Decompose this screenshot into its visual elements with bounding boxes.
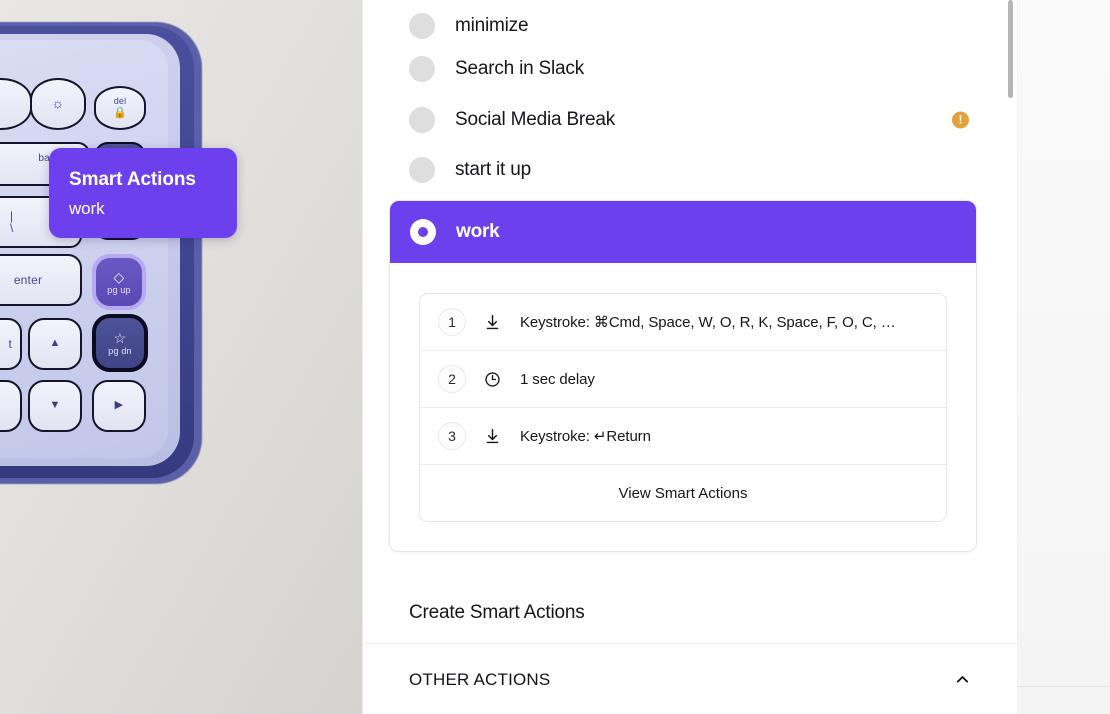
action-label: Search in Slack — [455, 57, 585, 79]
create-smart-actions-button[interactable]: Create Smart Actions — [363, 582, 1017, 644]
right-pane-divider — [1018, 686, 1110, 687]
selected-action-card: work 1 Keystroke: ⌘Cmd, Space, W, O, R, … — [389, 200, 977, 552]
chevron-up-icon[interactable] — [954, 671, 971, 688]
right-side-pane — [1017, 0, 1110, 714]
step-row[interactable]: 3 Keystroke: ↵Return — [420, 408, 946, 465]
del-lock-key: del 🔒 — [94, 86, 146, 130]
view-smart-actions-label: View Smart Actions — [618, 484, 748, 502]
steps-list: 1 Keystroke: ⌘Cmd, Space, W, O, R, K, Sp… — [419, 293, 947, 522]
action-label: minimize — [455, 14, 529, 36]
radio-off-icon[interactable] — [409, 12, 435, 39]
shift-key-label: t — [8, 337, 12, 351]
smart-actions-tooltip: Smart Actions work — [49, 148, 237, 238]
radio-off-icon[interactable] — [409, 55, 435, 82]
action-row-search-in-slack[interactable]: Search in Slack — [363, 43, 1017, 94]
action-row-social-media-break[interactable]: Social Media Break ! — [363, 94, 1017, 145]
action-row-start-it-up[interactable]: start it up — [363, 144, 1017, 195]
action-label: Social Media Break — [455, 108, 616, 130]
action-label: start it up — [455, 158, 531, 180]
backslash-key-label: | \ — [10, 209, 14, 235]
arrow-down-key: ▼ — [28, 380, 82, 432]
step-text: Keystroke: ↵Return — [520, 428, 651, 445]
diamond-icon: ◇ — [113, 268, 125, 285]
step-row[interactable]: 1 Keystroke: ⌘Cmd, Space, W, O, R, K, Sp… — [420, 294, 946, 351]
shift-key: t — [0, 318, 22, 370]
actions-panel: minimize Search in Slack Social Media Br… — [362, 0, 1017, 714]
keyboard-photo: ☼ del 🔒 backspace |\ enter ◇ pg up t — [0, 0, 362, 714]
lock-icon: 🔒 — [113, 107, 127, 119]
pg-up-smart-actions-key: ◇ pg up — [92, 254, 146, 310]
del-key-label: del — [113, 96, 127, 106]
pg-dn-star-key: ☆ pg dn — [92, 314, 148, 372]
step-text: Keystroke: ⌘Cmd, Space, W, O, R, K, Spac… — [520, 314, 896, 331]
arrow-right-icon: ▶ — [114, 398, 124, 411]
radio-off-icon[interactable] — [409, 106, 435, 133]
arrow-right-key: ▶ — [92, 380, 146, 432]
star-icon: ☆ — [113, 329, 127, 346]
clock-icon — [481, 371, 503, 388]
radio-off-icon[interactable] — [409, 156, 435, 183]
keystroke-icon — [481, 314, 503, 331]
create-smart-actions-label: Create Smart Actions — [409, 601, 585, 623]
enter-key: enter — [0, 254, 82, 306]
pg-up-key-label: pg up — [107, 284, 131, 295]
keystroke-icon — [481, 428, 503, 445]
step-row[interactable]: 2 1 sec delay — [420, 351, 946, 408]
action-label: work — [456, 221, 500, 242]
app-screenshot: ☼ del 🔒 backspace |\ enter ◇ pg up t — [0, 0, 1110, 714]
tooltip-title: Smart Actions — [69, 169, 196, 190]
warning-badge[interactable]: ! — [952, 111, 969, 128]
brightness-key: ☼ — [30, 78, 86, 130]
pg-dn-key-label: pg dn — [108, 345, 132, 356]
other-actions-title: OTHER ACTIONS — [409, 669, 551, 689]
step-number: 2 — [438, 365, 466, 393]
arrow-down-icon: ▼ — [49, 398, 61, 411]
tooltip-subtitle: work — [69, 199, 105, 218]
keyboard-key-ctrl — [0, 380, 22, 432]
arrow-up-key: ▲ — [28, 318, 82, 370]
view-smart-actions-button[interactable]: View Smart Actions — [420, 465, 946, 521]
brightness-icon: ☼ — [51, 95, 65, 111]
step-number: 3 — [438, 422, 466, 450]
other-actions-section-header[interactable]: OTHER ACTIONS — [363, 645, 1017, 714]
radio-on-icon[interactable] — [410, 219, 436, 245]
action-row-work[interactable]: work — [390, 201, 976, 263]
arrow-up-icon: ▲ — [49, 336, 61, 349]
step-text: 1 sec delay — [520, 370, 595, 388]
vertical-scrollbar[interactable] — [1008, 0, 1013, 98]
enter-key-label: enter — [13, 273, 43, 287]
step-number: 1 — [438, 308, 466, 336]
